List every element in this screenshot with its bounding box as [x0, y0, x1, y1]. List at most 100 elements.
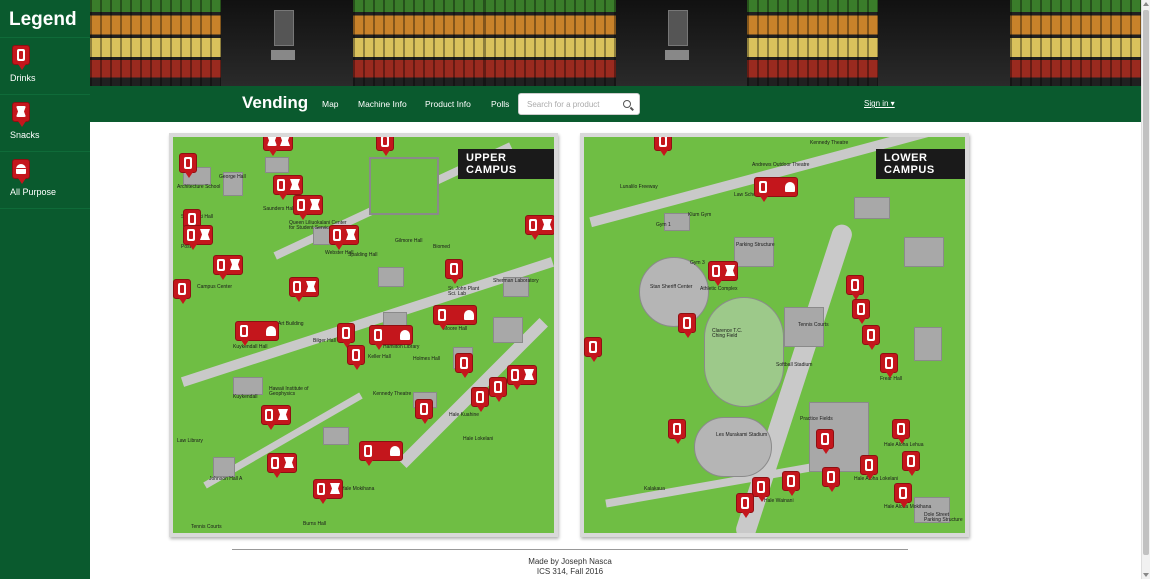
snack-machine-marker[interactable]: [263, 137, 293, 156]
drink-machine-marker[interactable]: [822, 467, 840, 492]
scrollbar-thumb[interactable]: [1143, 10, 1149, 555]
drink-machine-marker[interactable]: [179, 153, 197, 178]
drink-snack-machine-marker[interactable]: [289, 277, 319, 302]
scroll-down-icon[interactable]: [1143, 573, 1149, 577]
drink-machine-marker[interactable]: [816, 429, 834, 454]
legend-item-all-purpose[interactable]: All Purpose: [0, 152, 90, 209]
map-label: Kennedy Theatre: [810, 140, 849, 146]
map-label: Biomed: [433, 244, 450, 250]
all-purpose-machine-marker[interactable]: [359, 441, 403, 466]
lower-campus-map[interactable]: LOWER CAMPUS Lunalilo Freeway Gym 1 Klum…: [580, 133, 969, 537]
map-label: Tennis Courts: [798, 322, 829, 328]
drink-machine-marker[interactable]: [455, 353, 473, 378]
banner-panel: [878, 0, 1010, 86]
legend-item-drinks[interactable]: Drinks: [0, 38, 90, 95]
drink-marker-icon: [12, 45, 30, 70]
map-label: Hale Mokihana: [341, 486, 375, 492]
all-purpose-machine-marker[interactable]: [433, 305, 477, 330]
banner-panel: [221, 0, 353, 86]
drink-machine-marker[interactable]: [902, 451, 920, 476]
drink-machine-marker[interactable]: [654, 137, 672, 156]
drink-machine-marker[interactable]: [415, 399, 433, 424]
nav-link-machine-info[interactable]: Machine Info: [358, 99, 407, 109]
scroll-up-icon[interactable]: [1143, 2, 1149, 6]
map-label: Les Murakami Stadium: [716, 432, 768, 438]
drink-snack-machine-marker[interactable]: [273, 175, 303, 200]
drink-machine-marker[interactable]: [852, 299, 870, 324]
drink-machine-marker[interactable]: [846, 275, 864, 300]
drink-snack-machine-marker[interactable]: [183, 225, 213, 250]
sign-in-dropdown[interactable]: Sign in ▾: [864, 99, 895, 108]
map-label: Kuykendall: [233, 394, 258, 400]
drink-machine-marker[interactable]: [376, 137, 394, 156]
search-input[interactable]: [519, 94, 619, 115]
drink-snack-machine-marker[interactable]: [261, 405, 291, 430]
map-title: UPPER CAMPUS: [458, 149, 554, 179]
drink-snack-machine-marker[interactable]: [213, 255, 243, 280]
footer: Made by Joseph Nasca ICS 314, Fall 2016: [400, 557, 740, 577]
drink-snack-machine-marker[interactable]: [329, 225, 359, 250]
map-label: Art Building: [278, 321, 304, 327]
map-label: Practice Fields: [800, 416, 833, 422]
map-label: Athletic Complex: [700, 286, 738, 292]
map-label: St. John Plant Sci. Lab: [448, 286, 480, 297]
nav-link-map[interactable]: Map: [322, 99, 339, 109]
drink-machine-marker[interactable]: [584, 337, 602, 362]
map-label: Burns Hall: [303, 521, 327, 527]
drink-snack-machine-marker[interactable]: [313, 479, 343, 504]
map-label: Hale Lokelani: [463, 436, 494, 442]
legend-item-snacks[interactable]: Snacks: [0, 95, 90, 152]
drink-snack-machine-marker[interactable]: [267, 453, 297, 478]
upper-campus-map[interactable]: UPPER CAMPUS Architecture School George …: [169, 133, 558, 537]
brand-title[interactable]: Vending: [242, 93, 308, 113]
banner-panel: [484, 0, 616, 86]
drink-machine-marker[interactable]: [678, 313, 696, 338]
drink-machine-marker[interactable]: [668, 419, 686, 444]
drink-snack-machine-marker[interactable]: [293, 195, 323, 220]
map-label: Kalakaua: [644, 486, 665, 492]
drink-machine-marker[interactable]: [347, 345, 365, 370]
map-label: Hawaii Institute of Geophysics: [269, 386, 309, 397]
drink-machine-marker[interactable]: [489, 377, 507, 402]
drink-snack-machine-marker[interactable]: [525, 215, 554, 240]
drink-machine-marker[interactable]: [880, 353, 898, 378]
map-label: Holmes Hall: [413, 356, 440, 362]
drink-machine-marker[interactable]: [736, 493, 754, 518]
map-label: Clarence T.C. Ching Field: [712, 328, 743, 339]
map-label: Bilger Hall: [313, 338, 336, 344]
map-label: Saunders Hall: [263, 206, 295, 212]
nav-link-product-info[interactable]: Product Info: [425, 99, 471, 109]
search-icon[interactable]: [623, 100, 631, 108]
drink-machine-marker[interactable]: [471, 387, 489, 412]
nav-link-polls[interactable]: Polls: [491, 99, 509, 109]
vertical-scrollbar[interactable]: [1141, 0, 1150, 579]
map-label: Architecture School: [177, 184, 221, 190]
drink-machine-marker[interactable]: [860, 455, 878, 480]
map-label: Kennedy Theatre: [373, 391, 412, 397]
drink-machine-marker[interactable]: [173, 279, 191, 304]
map-label: Klum Gym: [688, 212, 712, 218]
map-label: Tennis Courts: [191, 524, 222, 530]
drink-machine-marker[interactable]: [337, 323, 355, 348]
banner-panel: [1009, 0, 1141, 86]
drink-machine-marker[interactable]: [892, 419, 910, 444]
map-label: Campus Center: [197, 284, 233, 290]
drink-snack-machine-marker[interactable]: [507, 365, 537, 390]
map-label: Sherman Laboratory: [493, 278, 539, 284]
map-title: LOWER CAMPUS: [876, 149, 965, 179]
vending-banner-image: [90, 0, 1141, 86]
footer-credit: Made by Joseph Nasca: [528, 557, 612, 566]
drink-machine-marker[interactable]: [862, 325, 880, 350]
legend-title: Legend: [0, 0, 90, 38]
map-inset: [369, 157, 439, 215]
all-purpose-machine-marker[interactable]: [235, 321, 279, 346]
drink-snack-machine-marker[interactable]: [708, 261, 738, 286]
drink-machine-marker[interactable]: [894, 483, 912, 508]
drink-machine-marker[interactable]: [782, 471, 800, 496]
drink-machine-marker[interactable]: [445, 259, 463, 284]
map-label: Hale Kuahine: [449, 412, 480, 418]
drink-machine-marker[interactable]: [752, 477, 770, 502]
search-box: [518, 93, 640, 115]
all-purpose-machine-marker[interactable]: [369, 325, 413, 350]
all-purpose-machine-marker[interactable]: [754, 177, 798, 202]
